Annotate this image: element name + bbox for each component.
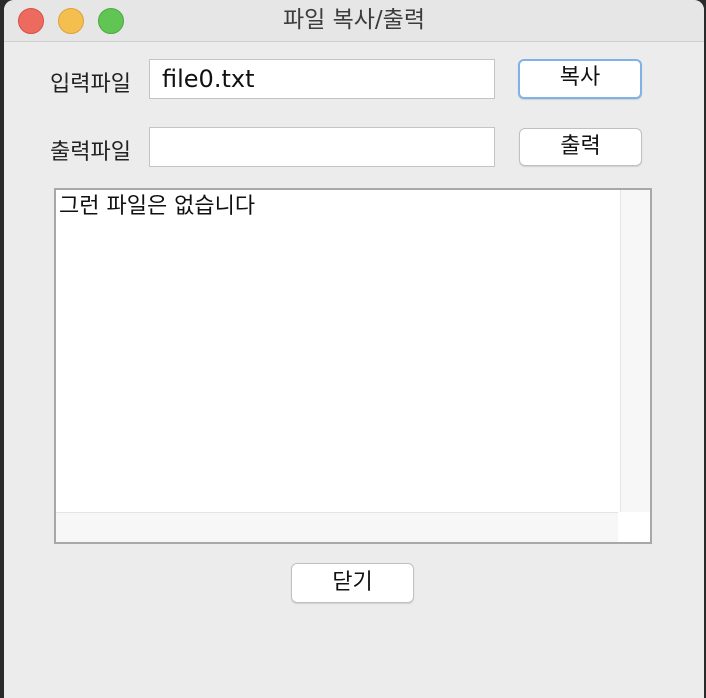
vertical-scrollbar[interactable] <box>620 190 650 512</box>
app-window: 파일 복사/출력 입력파일 file0.txt 복사 출력파일 출력 그런 파일… <box>4 0 704 698</box>
window-title: 파일 복사/출력 <box>282 7 426 33</box>
close-button[interactable]: 닫기 <box>291 563 414 603</box>
output-file-label: 출력파일 <box>50 140 131 165</box>
title-bar: 파일 복사/출력 <box>4 0 704 42</box>
input-file-field[interactable]: file0.txt <box>149 59 495 99</box>
output-text: 그런 파일은 없습니다 <box>58 192 619 512</box>
input-file-label: 입력파일 <box>50 72 131 97</box>
print-button[interactable]: 출력 <box>519 128 642 166</box>
output-file-field[interactable] <box>149 127 495 167</box>
output-text-area[interactable]: 그런 파일은 없습니다 <box>54 188 652 544</box>
copy-button[interactable]: 복사 <box>518 59 642 99</box>
horizontal-scrollbar[interactable] <box>56 512 618 542</box>
